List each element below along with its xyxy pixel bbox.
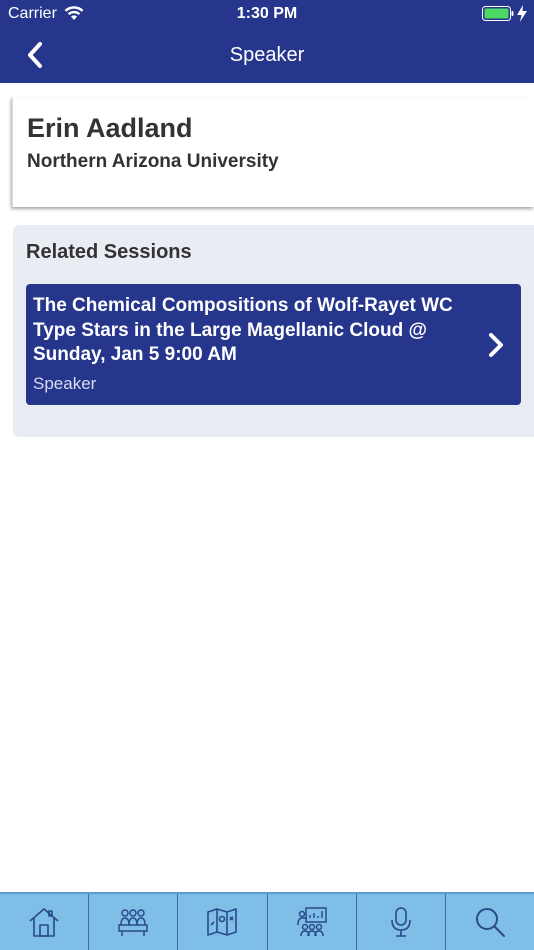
charging-icon	[517, 5, 527, 22]
status-bar: Carrier 1:30 PM	[0, 0, 534, 28]
session-title: The Chemical Compositions of Wolf-Rayet …	[33, 295, 453, 365]
session-card[interactable]: The Chemical Compositions of Wolf-Rayet …	[26, 284, 521, 405]
tab-speakers[interactable]	[357, 894, 446, 950]
speaker-affiliation: Northern Arizona University	[27, 151, 279, 172]
tab-search[interactable]	[446, 894, 534, 950]
tab-exhibitors[interactable]	[268, 894, 357, 950]
session-role: Speaker	[33, 374, 97, 393]
speaker-name: Erin Aadland	[27, 113, 193, 143]
tab-home[interactable]	[0, 894, 90, 950]
related-sessions-section: Related Sessions The Chemical Compositio…	[13, 225, 534, 437]
nav-header: Carrier 1:30 PM Speaker	[0, 0, 534, 83]
home-icon	[29, 908, 59, 937]
speaker-card: Erin Aadland Northern Arizona University	[12, 97, 534, 207]
battery-icon	[482, 6, 514, 21]
status-time: 1:30 PM	[236, 5, 298, 22]
microphone-icon	[390, 907, 411, 937]
tab-bar	[0, 892, 534, 950]
presentation-icon	[296, 907, 327, 937]
page-title: Speaker	[229, 44, 305, 66]
map-icon	[207, 908, 238, 936]
chevron-right-icon	[489, 333, 503, 357]
search-icon	[475, 908, 505, 937]
tab-map[interactable]	[178, 894, 268, 950]
related-sessions-title: Related Sessions	[26, 241, 192, 263]
tab-attendees[interactable]	[89, 894, 179, 950]
attendees-icon	[118, 909, 148, 936]
